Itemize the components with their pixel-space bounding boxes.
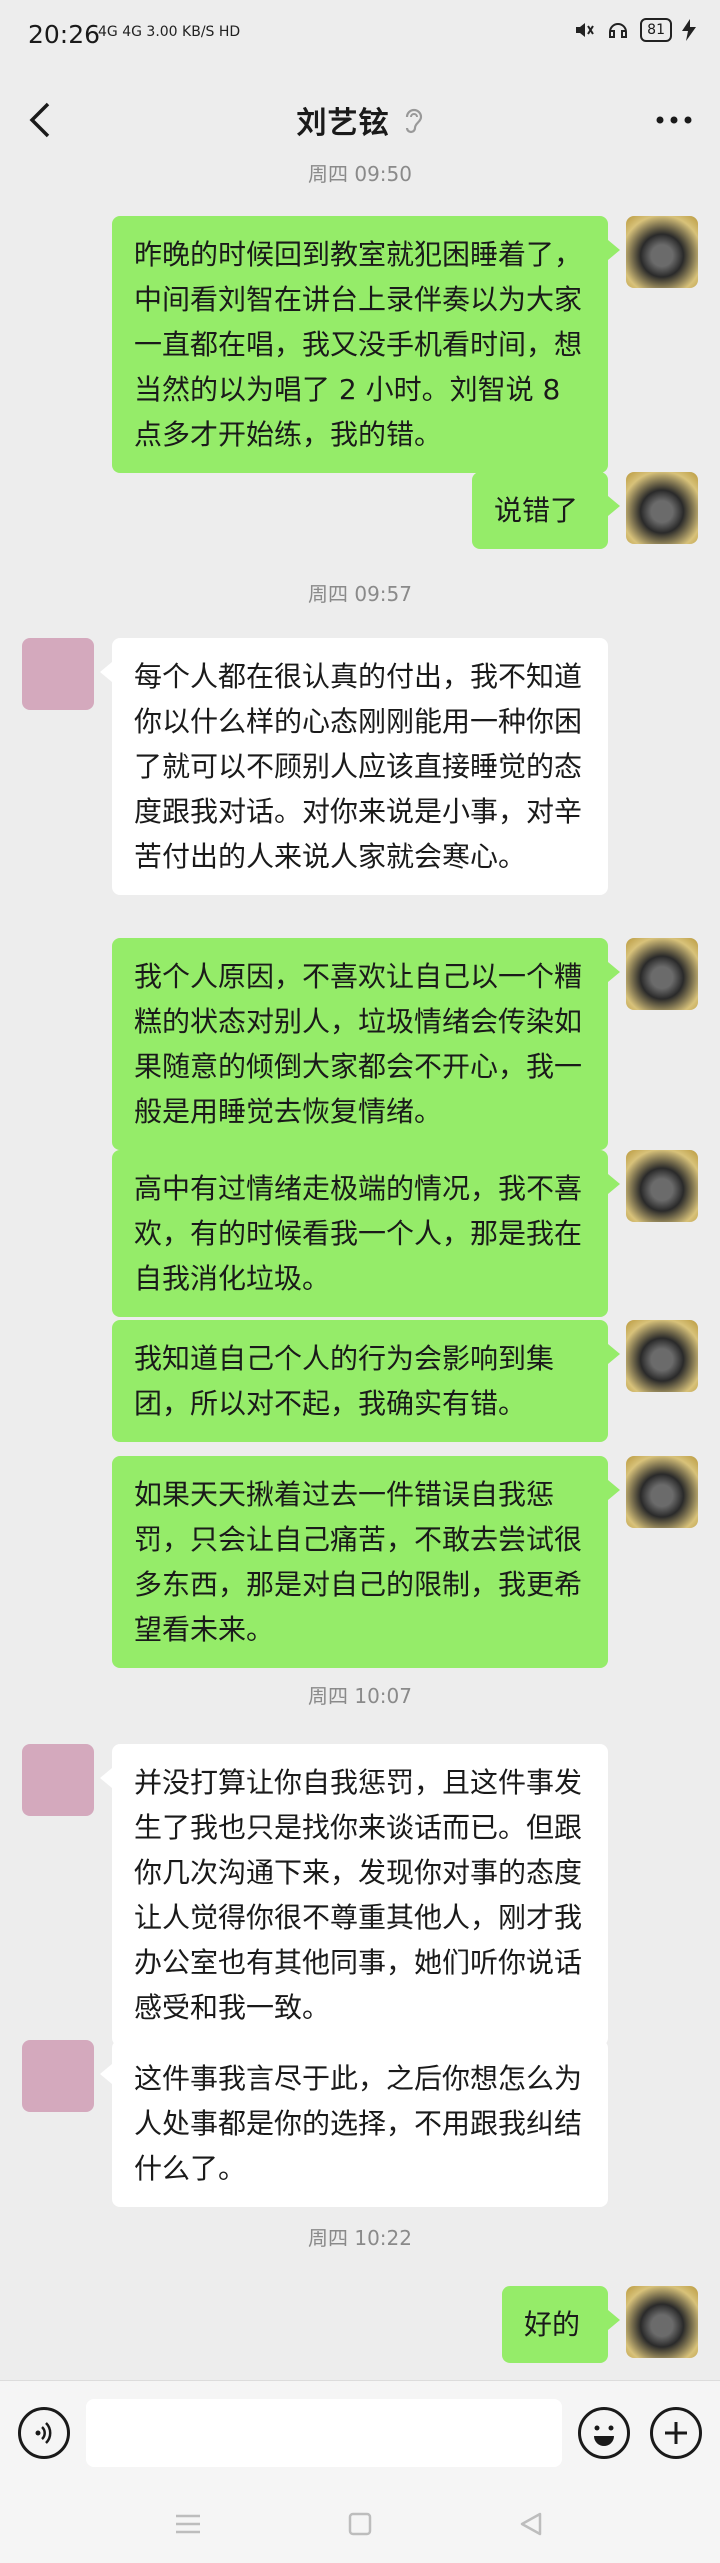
status-bar: 20:26 4G 4G 3.00 KB/S HD 81 (0, 0, 720, 70)
status-time: 20:26 (28, 20, 101, 49)
my-avatar[interactable] (626, 1150, 698, 1222)
home-icon[interactable] (340, 2504, 380, 2544)
voice-icon[interactable] (18, 2407, 70, 2459)
message-bubble[interactable]: 我个人原因，不喜欢让自己以一个糟糕的状态对别人，垃圾情绪会传染如果随意的倾倒大家… (112, 938, 620, 1150)
smile-face-icon (594, 2425, 614, 2446)
my-avatar[interactable] (626, 2286, 698, 2358)
message-bubble[interactable]: 我知道自己个人的行为会影响到集团，所以对不起，我确实有错。 (112, 1320, 620, 1442)
plus-sign-icon (665, 2422, 687, 2444)
charging-icon (682, 19, 696, 41)
message-bubble[interactable]: 高中有过情绪走极端的情况，我不喜欢，有的时候看我一个人，那是我在自我消化垃圾。 (112, 1150, 620, 1317)
contact-avatar[interactable] (22, 638, 94, 710)
back-triangle-icon[interactable] (512, 2504, 552, 2544)
mute-icon (576, 23, 595, 37)
status-icons: 81 (572, 18, 696, 42)
contact-avatar[interactable] (22, 1744, 94, 1816)
message-bubble[interactable]: 每个人都在很认真的付出，我不知道你以什么样的心态刚刚能用一种你困了就可以不顾别人… (100, 638, 608, 895)
ear-icon (405, 108, 422, 134)
voice-wave-icon (35, 2422, 52, 2444)
menu-icon[interactable] (168, 2504, 208, 2544)
network-indicator: 4G 4G 3.00 KB/S HD (98, 24, 241, 40)
my-avatar[interactable] (626, 472, 698, 544)
battery-indicator: 81 (640, 18, 672, 42)
message-input[interactable] (86, 2399, 562, 2467)
chat-title-area: 刘艺铉 (0, 98, 720, 142)
timestamp: 周四 09:57 (308, 582, 412, 606)
message-bubble[interactable]: 说错了 (472, 472, 620, 549)
more-dots-icon[interactable] (652, 100, 696, 140)
contact-avatar[interactable] (22, 2040, 94, 2112)
message-bubble[interactable]: 如果天天揪着过去一件错误自我惩罚，只会让自己痛苦，不敢去尝试很多东西，那是对自己… (112, 1456, 620, 1668)
system-navigation-bar (0, 2484, 720, 2563)
timestamp: 周四 09:50 (308, 162, 412, 186)
timestamp: 周四 10:07 (308, 1684, 412, 1708)
chat-message-list[interactable]: 周四 09:50 昨晚的时候回到教室就犯困睡着了，中间看刘智在讲台上录伴奏以为大… (0, 150, 720, 2380)
chat-title: 刘艺铉 (296, 106, 390, 141)
emoji-icon[interactable] (578, 2407, 630, 2459)
message-bubble[interactable]: 并没打算让你自我惩罚，且这件事发生了我也只是找你来谈话而已。但跟你几次沟通下来，… (100, 1744, 608, 2046)
headphones-icon (609, 23, 628, 38)
message-bubble[interactable]: 好的 (502, 2286, 620, 2363)
message-bubble[interactable]: 这件事我言尽于此，之后你想怎么为人处事都是你的选择，不用跟我纠结什么了。 (100, 2040, 608, 2207)
timestamp: 周四 10:22 (308, 2226, 412, 2250)
my-avatar[interactable] (626, 938, 698, 1010)
my-avatar[interactable] (626, 1456, 698, 1528)
my-avatar[interactable] (626, 1320, 698, 1392)
message-bubble[interactable]: 昨晚的时候回到教室就犯困睡着了，中间看刘智在讲台上录伴奏以为大家一直都在唱，我又… (112, 216, 620, 473)
my-avatar[interactable] (626, 216, 698, 288)
message-input-bar (0, 2380, 720, 2485)
plus-icon[interactable] (650, 2407, 702, 2459)
